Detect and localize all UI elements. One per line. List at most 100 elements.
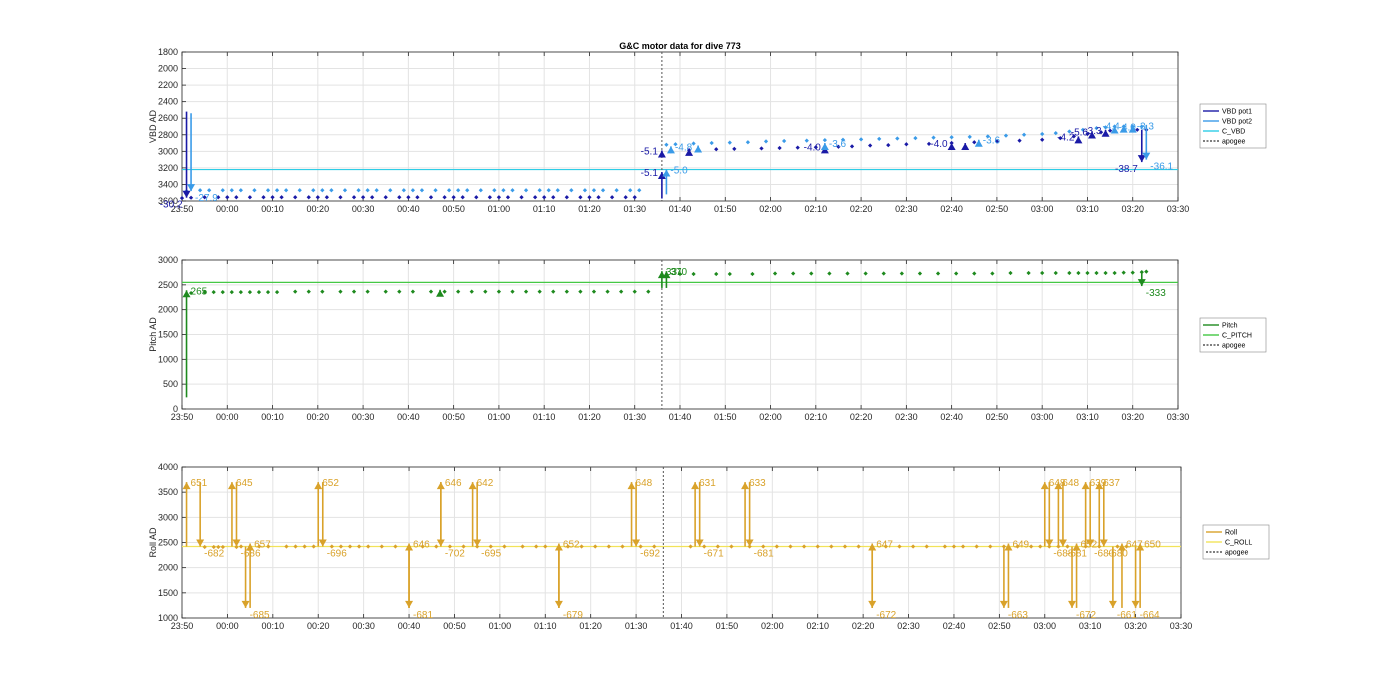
move-arrow-head	[196, 539, 205, 547]
data-point	[446, 188, 452, 193]
data-point	[782, 138, 787, 144]
data-point	[502, 544, 507, 549]
x-tick-label: 01:40	[669, 204, 692, 214]
y-tick-label: 3200	[158, 163, 178, 173]
move-label: -682	[204, 549, 224, 560]
data-point	[709, 140, 714, 146]
move-label: 645	[236, 478, 253, 489]
data-point	[1144, 269, 1149, 274]
data-point	[1067, 270, 1072, 276]
data-point	[745, 140, 751, 145]
move-arrow-head	[666, 146, 675, 154]
data-point	[1040, 137, 1045, 142]
data-point	[614, 188, 619, 193]
move-label: -38.7	[1115, 164, 1138, 175]
x-tick-label: 03:30	[1170, 621, 1193, 631]
x-tick-label: 00:30	[352, 621, 375, 631]
move-arrow-head	[436, 539, 445, 547]
data-point	[551, 195, 556, 200]
data-point	[537, 289, 542, 294]
data-point	[197, 188, 203, 193]
data-point	[306, 195, 311, 200]
move-arrow-head	[241, 600, 250, 608]
data-point	[863, 271, 868, 276]
data-point	[587, 195, 592, 200]
data-point	[460, 195, 465, 200]
data-point	[433, 188, 438, 193]
move-label: -663	[1008, 610, 1028, 621]
data-point	[533, 195, 538, 200]
data-point	[229, 290, 234, 295]
data-point	[578, 289, 583, 294]
data-point	[951, 544, 957, 549]
data-point	[1026, 270, 1031, 276]
x-tick-label: 03:00	[1034, 621, 1057, 631]
y-axis-label: VBD AD	[148, 109, 158, 143]
data-point	[265, 290, 271, 295]
x-tick-label: 03:10	[1079, 621, 1102, 631]
move-arrow-head	[662, 169, 671, 177]
data-point	[505, 195, 511, 200]
move-label: -5.1	[641, 147, 659, 158]
data-point	[822, 138, 827, 143]
data-point	[829, 544, 834, 549]
data-point	[434, 544, 439, 549]
data-point	[591, 289, 597, 294]
data-point	[383, 289, 388, 294]
data-point	[510, 289, 515, 294]
x-tick-label: 01:10	[533, 412, 556, 422]
data-point	[582, 188, 588, 193]
data-point	[374, 188, 379, 193]
data-point	[311, 544, 316, 549]
data-point	[596, 195, 601, 200]
data-point	[534, 544, 539, 549]
move-arrow-head	[182, 290, 191, 298]
data-point	[714, 271, 719, 277]
data-point	[917, 271, 923, 276]
data-point	[591, 188, 597, 193]
data-point	[1053, 270, 1058, 276]
y-tick-label: 1000	[158, 354, 178, 364]
data-point	[293, 544, 298, 549]
data-point	[546, 188, 551, 193]
y-tick-label: 2200	[158, 80, 178, 90]
data-point	[904, 142, 909, 147]
data-point	[774, 544, 779, 549]
legend: VBD pot1 VBD pot2 C_VBDapogee	[1199, 103, 1267, 149]
data-point	[487, 195, 492, 200]
move-arrow-head	[1058, 539, 1067, 547]
x-tick-label: 00:10	[262, 621, 285, 631]
x-tick-label: 01:00	[488, 204, 511, 214]
data-point	[523, 188, 529, 193]
x-tick-label: 03:00	[1031, 412, 1054, 422]
move-label: -661	[1117, 610, 1137, 621]
move-label: 265	[191, 286, 208, 297]
move-arrow-head	[868, 600, 877, 608]
move-arrow-head	[232, 539, 241, 547]
x-tick-label: 01:30	[623, 204, 646, 214]
data-point	[347, 544, 353, 549]
move-label: 370	[670, 267, 687, 278]
move-label: 631	[699, 478, 716, 489]
data-point	[542, 195, 547, 200]
move-label: -696	[327, 549, 347, 560]
x-tick-label: 01:50	[714, 204, 737, 214]
y-tick-label: 500	[163, 379, 178, 389]
x-tick-label: 02:20	[850, 412, 873, 422]
data-point	[1076, 270, 1081, 276]
data-point	[942, 544, 947, 549]
y-tick-label: 2000	[158, 305, 178, 315]
y-tick-label: 1800	[158, 47, 178, 57]
y-tick-label: 1500	[158, 330, 178, 340]
data-point	[428, 195, 434, 200]
data-point	[351, 289, 357, 294]
move-arrow-head	[1099, 539, 1108, 547]
data-point	[474, 195, 479, 200]
data-point	[478, 188, 483, 193]
move-label: -3.6	[829, 139, 847, 150]
data-point	[188, 195, 194, 200]
data-point	[306, 289, 311, 294]
x-tick-label: 00:20	[307, 412, 330, 422]
data-point	[858, 137, 864, 142]
move-label: -30.2	[160, 200, 183, 211]
